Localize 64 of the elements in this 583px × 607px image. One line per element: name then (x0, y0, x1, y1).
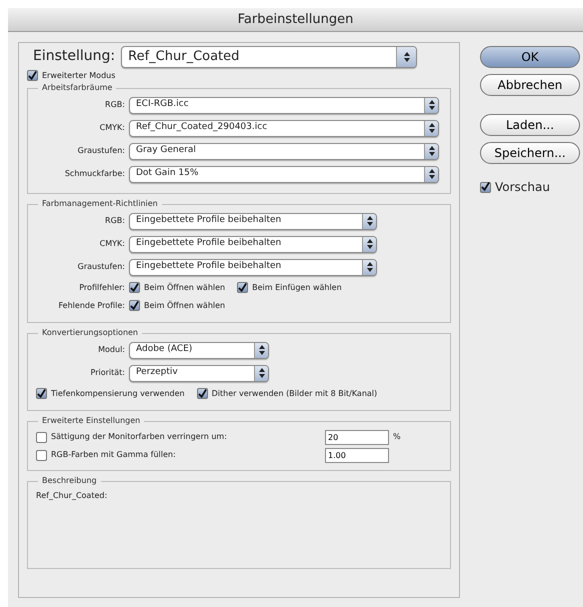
checkbox-label: Beim Einfügen wählen (252, 282, 342, 294)
checkbox-label: Sättigung der Monitorfarben verringern um: (51, 431, 228, 443)
stepper-icon (366, 216, 372, 226)
checkbox[interactable] (27, 70, 38, 81)
checkbox-label: Erweiterter Modus (42, 70, 116, 82)
field-label: Priorität: (90, 367, 125, 379)
stepper-icon (258, 345, 264, 355)
dropdown[interactable]: Ref_Chur_Coated_290403.icc (129, 120, 439, 136)
field-label: CMYK: (98, 238, 125, 250)
checkbox-label: Dither verwenden (Bilder mit 8 Bit/Kanal) (212, 388, 378, 400)
stepper-icon (428, 146, 434, 156)
checkbox[interactable] (129, 282, 140, 293)
field-label: CMYK: (98, 122, 125, 134)
field-label: Schmuckfarbe: (64, 168, 125, 180)
dropdown[interactable]: Adobe (ACE) (129, 342, 269, 358)
checkbox[interactable] (196, 388, 208, 399)
field-label: Fehlende Profile: (58, 300, 125, 312)
checkbox[interactable] (36, 388, 47, 399)
unit-label: % (393, 431, 401, 443)
stepper-icon (428, 100, 434, 110)
group-title: Arbeitsfarbräume (38, 82, 116, 94)
field-label: Modul: (97, 344, 125, 356)
dialog-button[interactable]: Laden... (480, 114, 580, 136)
checkbox-label: Beim Öffnen wählen (144, 300, 226, 312)
field-label: RGB: (104, 215, 125, 227)
dialog-button[interactable]: OK (480, 46, 580, 68)
stepper-icon (366, 262, 372, 272)
checkbox-label: Vorschau (495, 179, 550, 196)
text-field[interactable]: 20 (325, 430, 389, 444)
stepper-icon (404, 52, 410, 62)
field-label: Profilfehler: (78, 282, 125, 294)
stepper-icon (258, 368, 264, 378)
checkbox[interactable] (237, 282, 248, 293)
field-label: Graustufen: (76, 145, 125, 157)
dropdown[interactable]: Eingebettete Profile beibehalten (129, 212, 377, 230)
dropdown[interactable]: ECI-RGB.icc (129, 96, 439, 114)
window-title: Farbeinstellungen (8, 8, 583, 32)
checkbox-label: Beim Öffnen wählen (144, 282, 226, 294)
field-label: RGB: (104, 99, 125, 111)
group-title: Erweiterte Einstellungen (38, 414, 144, 426)
group-title: Beschreibung (38, 474, 101, 486)
setting-label: Einstellung: (33, 47, 116, 66)
dropdown[interactable]: Eingebettete Profile beibehalten (129, 258, 377, 276)
dropdown[interactable]: Gray General (129, 142, 439, 160)
dialog-button[interactable]: Abbrechen (480, 74, 580, 96)
dropdown[interactable]: Eingebettete Profile beibehalten (129, 236, 377, 252)
description-text: Ref_Chur_Coated: (36, 490, 108, 502)
stepper-icon (428, 169, 434, 179)
dropdown[interactable]: Ref_Chur_Coated (121, 46, 418, 68)
stepper-icon (366, 239, 372, 249)
stepper-icon (428, 123, 434, 133)
checkbox[interactable] (129, 300, 140, 311)
text-field[interactable]: 1.00 (325, 448, 389, 462)
checkbox[interactable] (36, 432, 47, 442)
field-label: Graustufen: (76, 261, 125, 273)
checkbox[interactable] (480, 182, 491, 192)
dialog-button[interactable]: Speichern... (480, 142, 580, 164)
checkbox[interactable] (36, 450, 47, 460)
checkbox-label: Tiefenkompensierung verwenden (51, 388, 185, 400)
dropdown[interactable]: Perzeptiv (129, 364, 269, 382)
group-title: Farbmanagement-Richtlinien (38, 198, 162, 210)
dropdown[interactable]: Dot Gain 15% (129, 166, 439, 182)
group-title: Konvertierungsoptionen (38, 326, 142, 338)
checkbox-label: RGB-Farben mit Gamma füllen: (51, 449, 177, 461)
